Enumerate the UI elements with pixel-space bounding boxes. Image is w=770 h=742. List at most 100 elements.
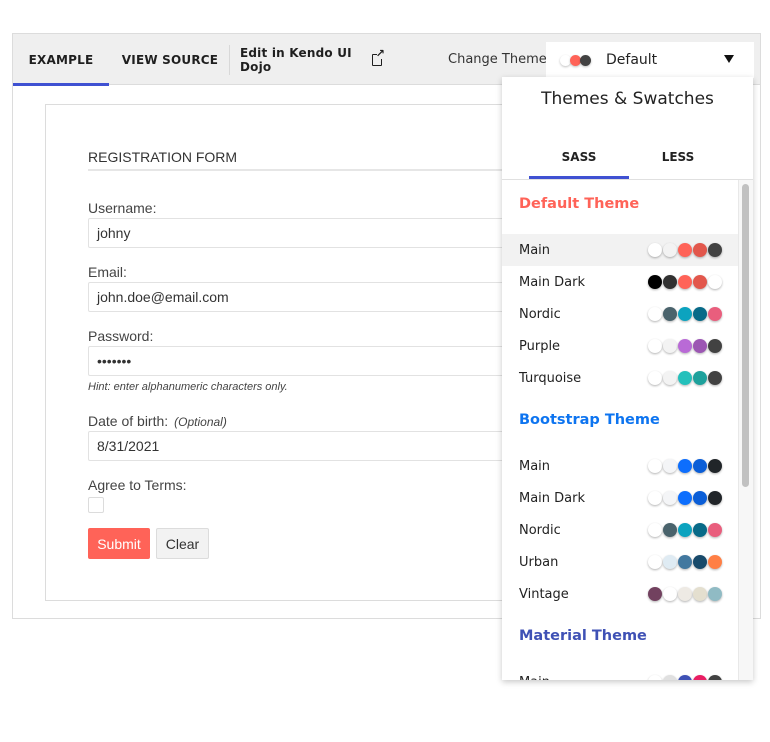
swatch-dot — [648, 275, 662, 289]
scrollbar-thumb[interactable] — [742, 184, 749, 487]
tab-divider — [229, 45, 230, 75]
theme-group-title: Material Theme — [519, 628, 647, 644]
theme-swatches — [647, 307, 722, 321]
scrollbar-track[interactable] — [738, 180, 753, 680]
dob-label: Date of birth: — [88, 413, 169, 429]
theme-item-label: Vintage — [519, 586, 569, 602]
swatch-dot — [708, 587, 722, 601]
theme-item[interactable]: Main — [502, 234, 738, 266]
theme-item-label: Nordic — [519, 522, 561, 538]
theme-item-label: Main — [519, 242, 551, 258]
theme-item-label: Urban — [519, 554, 559, 570]
swatch-dot — [648, 491, 662, 505]
swatch-dot — [648, 523, 662, 537]
swatch-dot — [708, 339, 722, 353]
password-input[interactable]: ••••••• — [88, 346, 528, 376]
theme-swatches — [647, 339, 722, 353]
username-label: Username: — [88, 200, 157, 216]
theme-item[interactable]: Main Dark — [502, 482, 738, 514]
swatch-dot — [693, 491, 707, 505]
theme-group-title: Bootstrap Theme — [519, 412, 660, 428]
submit-button[interactable]: Submit — [88, 528, 150, 559]
clear-button[interactable]: Clear — [156, 528, 209, 559]
swatch-dot — [678, 307, 692, 321]
theme-item[interactable]: Vintage — [502, 578, 738, 610]
swatch-dot — [678, 339, 692, 353]
theme-swatches — [647, 523, 722, 537]
swatch-dot — [708, 275, 722, 289]
swatch-dot — [663, 371, 677, 385]
swatch-dot — [693, 339, 707, 353]
theme-item[interactable]: Nordic — [502, 298, 738, 330]
swatch-dot — [648, 339, 662, 353]
theme-item[interactable]: Purple — [502, 330, 738, 362]
swatch-dot — [663, 243, 677, 257]
theme-list: Default Theme Main Main Dark Nordic Purple Tu… — [502, 180, 738, 680]
dob-label-row: Date of birth: (Optional) — [88, 413, 227, 429]
theme-swatches — [647, 675, 722, 680]
swatch-dot — [693, 371, 707, 385]
theme-swatches — [647, 555, 722, 569]
theme-swatches — [647, 459, 722, 473]
themes-popup: Themes & Swatches SASS LESS Default Them… — [502, 77, 753, 680]
swatch-dot — [663, 459, 677, 473]
theme-swatches — [647, 243, 722, 257]
terms-checkbox[interactable] — [88, 497, 104, 513]
swatch-dot — [708, 523, 722, 537]
form-title: REGISTRATION FORM — [88, 149, 528, 171]
theme-item[interactable]: Main Dark — [502, 266, 738, 298]
theme-item[interactable]: Main — [502, 666, 738, 680]
selected-theme-label: Default — [606, 52, 658, 68]
username-input[interactable]: johny — [88, 218, 528, 248]
swatch-dot — [648, 675, 662, 680]
swatch-dot — [708, 555, 722, 569]
external-link-icon — [371, 48, 385, 66]
swatch-dot — [708, 675, 722, 680]
theme-item[interactable]: Nordic — [502, 514, 738, 546]
swatch-dot — [693, 587, 707, 601]
swatch-dot — [678, 371, 692, 385]
theme-item[interactable]: Main — [502, 450, 738, 482]
password-label: Password: — [88, 328, 154, 344]
swatch-dot — [648, 459, 662, 473]
email-input[interactable]: john.doe@email.com — [88, 282, 528, 312]
theme-item[interactable]: Turquoise — [502, 362, 738, 394]
swatch-dot — [663, 587, 677, 601]
theme-item[interactable]: Urban — [502, 546, 738, 578]
swatch-dot — [678, 491, 692, 505]
theme-item-label: Main — [519, 458, 551, 474]
swatch-dot — [678, 243, 692, 257]
tab-sass[interactable]: SASS — [529, 135, 629, 179]
caret-down-icon[interactable] — [724, 55, 734, 63]
dob-optional: (Optional) — [174, 415, 227, 429]
swatch-dot — [663, 275, 677, 289]
theme-item-label: Main — [519, 675, 550, 681]
email-label: Email: — [88, 264, 127, 280]
theme-swatches — [647, 275, 722, 289]
swatch-dot — [693, 459, 707, 473]
dob-input[interactable]: 8/31/2021 — [88, 431, 528, 461]
tab-less[interactable]: LESS — [628, 135, 728, 179]
selected-theme-swatches — [560, 54, 591, 66]
theme-dropdown[interactable]: Default — [546, 42, 754, 78]
tab-view-source[interactable]: VIEW SOURCE — [117, 34, 223, 85]
swatch-dot — [678, 587, 692, 601]
tab-example[interactable]: EXAMPLE — [13, 34, 109, 86]
swatch-dot — [678, 675, 692, 680]
swatch-dot — [708, 243, 722, 257]
edit-in-dojo-link[interactable]: Edit in Kendo UI Dojo — [240, 34, 385, 85]
theme-item-label: Main Dark — [519, 490, 586, 506]
swatch-dot — [678, 275, 692, 289]
theme-group-title: Default Theme — [519, 196, 640, 212]
swatch-dot — [693, 243, 707, 257]
terms-label: Agree to Terms: — [88, 477, 187, 493]
theme-swatches — [647, 587, 722, 601]
swatch-dot — [708, 371, 722, 385]
swatch-dot — [580, 54, 591, 66]
swatch-dot — [693, 675, 707, 680]
swatch-dot — [678, 523, 692, 537]
swatch-dot — [648, 587, 662, 601]
password-hint: Hint: enter alphanumeric characters only… — [88, 381, 288, 393]
swatch-dot — [648, 307, 662, 321]
swatch-dot — [678, 459, 692, 473]
